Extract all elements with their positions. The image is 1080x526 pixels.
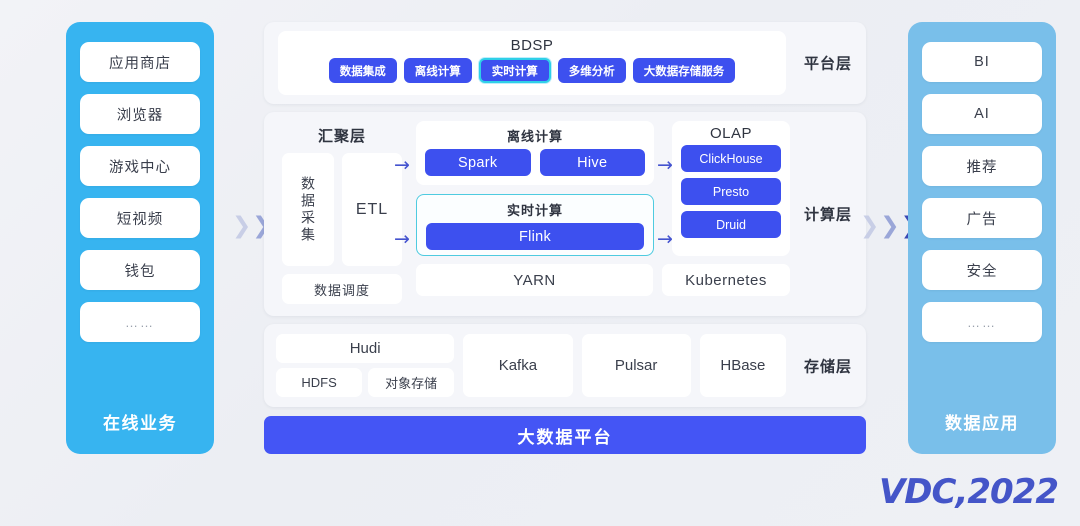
engine-chip-hive[interactable]: Hive (539, 149, 645, 176)
bdsp-chip-storage-service[interactable]: 大数据存储服务 (632, 58, 736, 83)
aggregation-layer-box: 汇聚层 数据采集 ETL 数据调度 (276, 121, 408, 307)
realtime-compute-chips: Flink (417, 223, 653, 250)
vdc-logo-year: 2022 (967, 472, 1059, 512)
hudi-group: Hudi HDFS 对象存储 (276, 334, 455, 397)
arrow-right-icon: → (657, 228, 673, 250)
arrow-right-icon: → (657, 154, 673, 176)
bdsp-title: BDSP (510, 37, 554, 54)
olap-chip-druid[interactable]: Druid (681, 211, 781, 238)
compute-layer-label: 计算层 (803, 206, 852, 224)
bdsp-chip-offline-compute[interactable]: 离线计算 (403, 58, 472, 83)
bdsp-chip-row: 数据集成 离线计算 实时计算 多维分析 大数据存储服务 (278, 58, 786, 83)
olap-chip-clickhouse[interactable]: ClickHouse (681, 145, 781, 172)
resource-box-kubernetes[interactable]: Kubernetes (661, 264, 790, 296)
vdc-logo-mark: VDC, (878, 472, 968, 512)
right-item-recommendation[interactable]: 推荐 (922, 146, 1042, 186)
arrow-right-icon: → (394, 154, 410, 176)
storage-layer-panel: Hudi HDFS 对象存储 Kafka Pulsar HBase 存储层 (264, 324, 866, 407)
platform-layer-panel: BDSP 数据集成 离线计算 实时计算 多维分析 大数据存储服务 平台层 (264, 22, 866, 104)
storage-box-hudi[interactable]: Hudi (276, 334, 455, 363)
online-business-column: 应用商店 浏览器 游戏中心 短视频 钱包 …… 在线业务 (66, 22, 214, 454)
storage-box-hbase[interactable]: HBase (699, 334, 786, 397)
engine-chip-spark[interactable]: Spark (425, 149, 531, 176)
resource-manager-row: YARN Kubernetes (416, 264, 790, 296)
data-collection-box[interactable]: 数据采集 (282, 153, 334, 266)
realtime-compute-card: 实时计算 Flink (416, 194, 654, 256)
data-collection-label: 数据采集 (300, 175, 316, 244)
storage-box-hdfs[interactable]: HDFS (276, 368, 363, 397)
resource-box-yarn[interactable]: YARN (416, 264, 653, 296)
left-item-game-center[interactable]: 游戏中心 (80, 146, 200, 186)
bdsp-chip-multidim-analysis[interactable]: 多维分析 (557, 58, 626, 83)
diagram-canvas: 应用商店 浏览器 游戏中心 短视频 钱包 …… 在线业务 ❯ ❯ ❯ BDSP … (0, 0, 1080, 526)
etl-box[interactable]: ETL (342, 153, 402, 266)
olap-card: OLAP ClickHouse Presto Druid (672, 121, 790, 256)
aggregation-row: 数据采集 ETL (276, 146, 408, 266)
right-column-title: 数据应用 (945, 414, 1019, 433)
left-item-wallet[interactable]: 钱包 (80, 250, 200, 290)
big-data-platform-stack: BDSP 数据集成 离线计算 实时计算 多维分析 大数据存储服务 平台层 汇聚层… (264, 22, 866, 454)
offline-compute-chips: Spark Hive (416, 149, 654, 176)
right-item-ai[interactable]: AI (922, 94, 1042, 134)
aggregation-layer-title: 汇聚层 (317, 128, 366, 145)
big-data-platform-banner: 大数据平台 (264, 416, 866, 454)
right-item-more[interactable]: …… (922, 302, 1042, 342)
chevron-right-icon: ❯ (860, 213, 880, 239)
hudi-sub-row: HDFS 对象存储 (276, 368, 455, 397)
right-item-advertising[interactable]: 广告 (922, 198, 1042, 238)
storage-row: Hudi HDFS 对象存储 Kafka Pulsar HBase (276, 334, 786, 397)
storage-layer-label: 存储层 (803, 358, 852, 375)
offline-compute-card: 离线计算 Spark Hive (416, 121, 654, 185)
chevron-right-icon: ❯ (232, 213, 252, 239)
left-item-short-video[interactable]: 短视频 (80, 198, 200, 238)
chevron-right-icon: ❯ (880, 213, 900, 239)
storage-box-object-storage[interactable]: 对象存储 (368, 368, 455, 397)
bdsp-chip-data-integration[interactable]: 数据集成 (328, 58, 397, 83)
olap-chip-presto[interactable]: Presto (681, 178, 781, 205)
bdsp-box: BDSP 数据集成 离线计算 实时计算 多维分析 大数据存储服务 (278, 31, 786, 95)
bdsp-chip-realtime-compute[interactable]: 实时计算 (478, 58, 551, 83)
compute-layer-panel: 汇聚层 数据采集 ETL 数据调度 → → → → 离线计算 Spark Hiv… (264, 112, 866, 316)
data-application-column: BI AI 推荐 广告 安全 …… 数据应用 (908, 22, 1056, 454)
vdc-logo: VDC, 2022 (878, 472, 1059, 512)
data-scheduling-box[interactable]: 数据调度 (282, 274, 402, 304)
olap-title: OLAP (709, 125, 753, 142)
arrow-right-icon: → (394, 228, 410, 250)
left-column-title: 在线业务 (103, 414, 177, 433)
platform-layer-label: 平台层 (803, 55, 852, 73)
left-item-browser[interactable]: 浏览器 (80, 94, 200, 134)
engine-chip-flink[interactable]: Flink (426, 223, 644, 250)
offline-compute-title: 离线计算 (506, 129, 563, 144)
storage-box-pulsar[interactable]: Pulsar (581, 334, 691, 397)
realtime-compute-title: 实时计算 (506, 203, 563, 218)
left-item-app-store[interactable]: 应用商店 (80, 42, 200, 82)
left-item-more[interactable]: …… (80, 302, 200, 342)
right-item-security[interactable]: 安全 (922, 250, 1042, 290)
storage-box-kafka[interactable]: Kafka (463, 334, 573, 397)
right-item-bi[interactable]: BI (922, 42, 1042, 82)
